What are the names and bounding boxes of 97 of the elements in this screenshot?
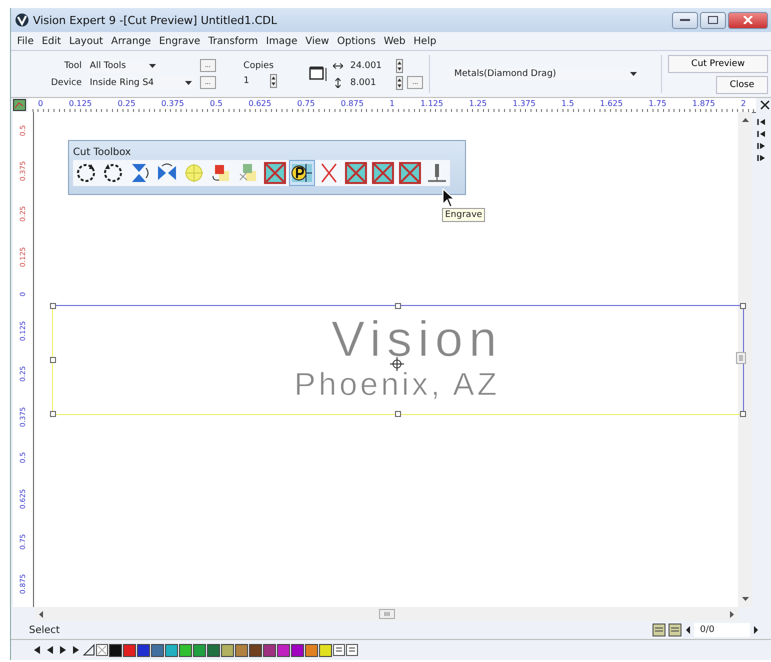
color-swatch[interactable] xyxy=(165,644,178,656)
minimize-button[interactable] xyxy=(672,12,698,28)
ruler-label: 2 xyxy=(740,98,746,110)
navigation-arrow-icon[interactable] xyxy=(756,130,768,138)
page-icon[interactable] xyxy=(652,623,666,637)
menu-item[interactable]: Layout xyxy=(65,36,108,46)
grip-icon[interactable] xyxy=(736,352,746,364)
move-cursor-icon xyxy=(390,357,404,371)
color-swatch[interactable] xyxy=(305,644,318,656)
canvas-text: Vision xyxy=(331,319,503,359)
color-swatch[interactable] xyxy=(235,644,248,656)
app-logo-icon xyxy=(15,13,29,27)
menu-item[interactable]: Arrange xyxy=(107,36,155,46)
width-arrow-icon xyxy=(333,62,344,68)
color-swatch[interactable] xyxy=(291,644,304,656)
grid-icon[interactable] xyxy=(96,644,108,656)
vertical-scrollbar[interactable] xyxy=(738,112,752,607)
window-title: Vision Expert 9 -[Cut Preview] Untitled1.CDL xyxy=(33,14,277,26)
ruler-label: 1 xyxy=(389,98,395,110)
maximize-button[interactable] xyxy=(700,12,726,28)
menu-item[interactable]: File xyxy=(13,36,38,46)
panel-title: Cut Toolbox xyxy=(73,147,132,158)
close-icon xyxy=(743,16,753,24)
color-swatch[interactable] xyxy=(137,644,150,656)
height-arrow-icon xyxy=(333,78,344,88)
scroll-thumb[interactable] xyxy=(378,609,394,619)
scroll-up-icon[interactable] xyxy=(742,118,748,122)
dialog-button[interactable]: Cut Preview xyxy=(668,54,768,72)
menu-item[interactable]: Engrave xyxy=(154,36,204,46)
minimize-icon xyxy=(680,18,690,22)
dialog-button[interactable]: Close xyxy=(716,76,768,94)
tool-label: Tool xyxy=(63,60,82,70)
height-spinner[interactable]: 8.001 xyxy=(347,76,404,90)
ruler-label: 0.5 xyxy=(210,98,223,110)
menu-item[interactable]: Image xyxy=(262,36,302,46)
scroll-down-icon[interactable] xyxy=(742,597,748,601)
layer-icon[interactable] xyxy=(346,644,358,656)
ruler-label: 0.875 xyxy=(340,98,364,110)
ruler-corner-icon xyxy=(13,99,26,111)
close-icon[interactable] xyxy=(760,100,770,110)
device-label: Device xyxy=(51,78,82,88)
tool-button[interactable] xyxy=(289,160,315,186)
canvas-text: Phoenix, AZ xyxy=(294,369,500,399)
ruler-label: 0.25 xyxy=(118,98,136,110)
color-swatch[interactable] xyxy=(151,644,164,656)
close-button[interactable] xyxy=(728,12,768,28)
ruler-label: 1.5 xyxy=(561,98,574,110)
status-text: Select xyxy=(29,624,60,636)
ruler-label: 1.125 xyxy=(420,98,444,110)
scroll-right-icon[interactable] xyxy=(730,610,734,618)
menu-item[interactable]: Options xyxy=(333,36,380,46)
scroll-left-icon[interactable] xyxy=(39,610,43,618)
ruler-label: 0.375 xyxy=(161,98,184,110)
ruler-label: 0.625 xyxy=(248,98,272,110)
triangle-ruler-icon[interactable] xyxy=(83,644,95,656)
ruler-label: 1.25 xyxy=(469,98,487,110)
caret-icon xyxy=(184,80,192,84)
copies-label: Copies xyxy=(243,60,274,70)
horizontal-scrollbar[interactable] xyxy=(35,607,738,621)
color-swatch[interactable] xyxy=(179,644,192,656)
ruler-label: 0.75 xyxy=(297,98,315,110)
menu-item[interactable]: Help xyxy=(410,36,440,46)
page-icon[interactable] xyxy=(668,623,682,637)
navigation-arrow-icon[interactable] xyxy=(756,118,768,126)
menu-item[interactable]: Web xyxy=(380,36,410,46)
color-swatch[interactable] xyxy=(221,644,234,656)
color-swatch[interactable] xyxy=(319,644,332,656)
color-swatch[interactable] xyxy=(109,644,122,656)
copies-spinner[interactable]: 1 xyxy=(240,74,277,88)
caret-icon xyxy=(630,72,638,76)
ruler-label: 0 xyxy=(38,98,44,110)
color-swatch[interactable] xyxy=(123,644,136,656)
size-frame-icon xyxy=(309,65,330,83)
menu-item[interactable]: Transform xyxy=(204,36,262,46)
menu-item[interactable]: View xyxy=(301,36,334,46)
color-swatch[interactable] xyxy=(193,644,206,656)
maximize-icon xyxy=(708,16,718,24)
page-counter-field[interactable]: 0/0 xyxy=(694,623,750,637)
color-swatch[interactable] xyxy=(263,644,276,656)
ruler-label: 1.625 xyxy=(600,98,623,110)
menu-item[interactable]: Edit xyxy=(38,36,66,46)
ruler-label: 1.375 xyxy=(512,98,536,110)
mouse-cursor-icon xyxy=(442,188,456,208)
ruler-label: 1.75 xyxy=(648,98,666,110)
color-swatch[interactable] xyxy=(249,644,262,656)
color-swatch[interactable] xyxy=(207,644,220,656)
color-swatch[interactable] xyxy=(277,644,290,656)
width-spinner[interactable]: 24.001 xyxy=(347,58,404,72)
caret-icon xyxy=(148,64,156,68)
layer-icon[interactable] xyxy=(333,644,345,656)
ruler-label: 0.125 xyxy=(68,98,92,110)
ruler-label: 1.875 xyxy=(692,98,716,110)
tooltip: Engrave xyxy=(442,208,486,222)
spinner-arrows-icon xyxy=(396,58,404,72)
next-icon[interactable] xyxy=(752,623,760,637)
spinner-arrows-icon xyxy=(396,76,404,90)
spinner-arrows-icon xyxy=(270,74,277,88)
